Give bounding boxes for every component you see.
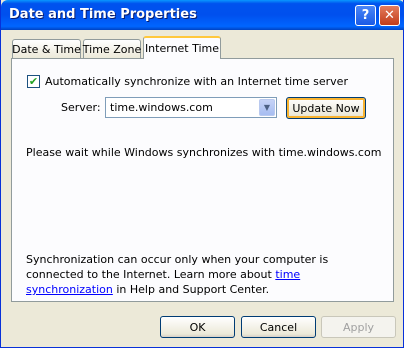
- cancel-button[interactable]: Cancel: [241, 316, 316, 338]
- tab-internet-time[interactable]: Internet Time: [143, 36, 221, 59]
- tab-label: Internet Time: [144, 42, 220, 55]
- close-icon: ✕: [384, 8, 395, 23]
- dropdown-arrow-button[interactable]: ▼: [259, 99, 275, 116]
- tab-time-zone[interactable]: Time Zone: [83, 39, 141, 58]
- auto-sync-label[interactable]: Automatically synchronize with an Intern…: [45, 75, 348, 88]
- chevron-down-icon: ▼: [263, 103, 271, 112]
- apply-button[interactable]: Apply: [321, 316, 396, 338]
- auto-sync-checkbox[interactable]: ✔: [27, 75, 40, 88]
- help-button[interactable]: ?: [355, 5, 376, 26]
- server-value[interactable]: time.windows.com: [110, 101, 213, 114]
- checkmark-icon: ✔: [28, 75, 39, 88]
- note-text-suffix: in Help and Support Center.: [112, 283, 270, 296]
- server-combobox[interactable]: time.windows.com ▼: [105, 97, 277, 118]
- window-title: Date and Time Properties: [9, 7, 197, 22]
- sync-status-text: Please wait while Windows synchronizes w…: [26, 146, 382, 159]
- tab-date-and-time[interactable]: Date & Time: [12, 39, 81, 58]
- title-bar[interactable]: Date and Time Properties ? ✕: [1, 0, 404, 30]
- server-label: Server:: [61, 101, 101, 114]
- update-now-button[interactable]: Update Now: [286, 97, 366, 119]
- apply-label: Apply: [342, 320, 375, 334]
- ok-label: OK: [189, 320, 206, 334]
- help-icon: ?: [361, 8, 370, 23]
- cancel-label: Cancel: [259, 320, 298, 334]
- tab-label: Date & Time: [12, 42, 81, 56]
- sync-help-note: Synchronization can occur only when your…: [26, 252, 386, 297]
- date-time-properties-dialog: Date and Time Properties ? ✕ Date & Time…: [0, 0, 404, 348]
- update-now-label: Update Now: [292, 101, 360, 115]
- close-button[interactable]: ✕: [379, 5, 400, 26]
- ok-button[interactable]: OK: [160, 316, 235, 338]
- tab-label: Time Zone: [82, 42, 142, 56]
